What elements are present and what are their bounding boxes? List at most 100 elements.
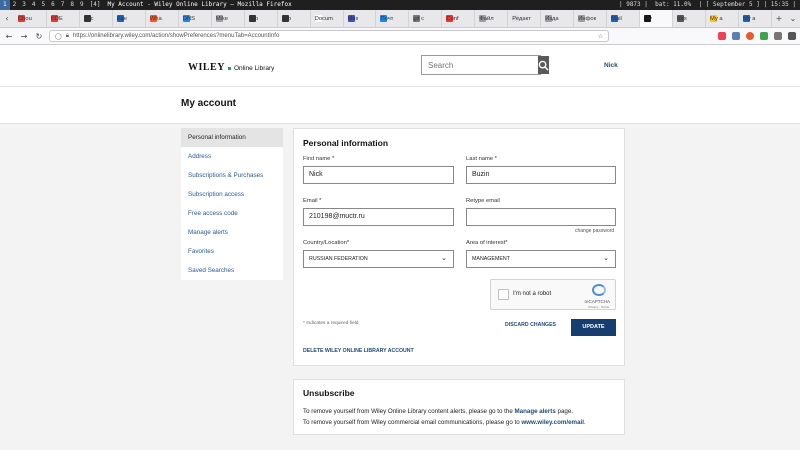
search-button[interactable] <box>538 56 549 74</box>
browser-tab[interactable]: cpp <box>245 10 278 27</box>
pocket-icon[interactable] <box>718 32 726 40</box>
workspace-item[interactable]: 5 <box>39 0 49 10</box>
unsub-line2-pre: To remove yourself from Wiley commercial… <box>303 419 522 426</box>
browser-tab[interactable]: Wha <box>146 10 179 27</box>
wiley-email-link[interactable]: www.wiley.com/email <box>521 419 584 426</box>
tab-label: Docum <box>314 15 333 22</box>
extension-green-icon[interactable] <box>760 32 768 40</box>
browser-tab[interactable]: My a <box>739 10 772 27</box>
url-bar[interactable]: ◯ 🔒︎ https://onlinelibrary.wiley.com/act… <box>49 30 609 42</box>
lock-icon[interactable]: 🔒︎ <box>66 33 69 40</box>
delete-account-link[interactable]: DELETE WILEY ONLINE LIBRARY ACCOUNT <box>303 348 414 354</box>
first-name-field[interactable]: Nick <box>303 166 454 184</box>
browser-tab[interactable]: Acc <box>80 10 113 27</box>
recaptcha-label: I'm not a robot <box>513 291 552 297</box>
sidebar-item[interactable]: Personal information <box>181 128 283 147</box>
browser-tab[interactable]: Mes <box>344 10 377 27</box>
browser-tab[interactable]: Mike <box>212 10 245 27</box>
browser-tab[interactable]: Кан <box>113 10 146 27</box>
workspace-item[interactable]: 8 <box>67 0 77 10</box>
personal-info-card: Personal information First name * Nick L… <box>293 128 625 366</box>
browser-tab[interactable]: Изда <box>541 10 575 27</box>
update-button[interactable]: UPDATE <box>571 319 616 336</box>
manage-alerts-link[interactable]: Manage alerts <box>515 408 556 415</box>
sidebar-item[interactable]: Subscriptions & Purchases <box>181 166 283 185</box>
change-password-link[interactable]: change password <box>575 228 614 234</box>
block-icon[interactable] <box>746 32 754 40</box>
country-select[interactable]: RUSSIAN FEDERATION ⌄ <box>303 250 454 268</box>
downloads-icon[interactable] <box>732 32 740 40</box>
sidebar-item[interactable]: Address <box>181 147 283 166</box>
browser-tab[interactable]: My <box>640 10 674 27</box>
back-icon[interactable]: ← <box>4 32 14 41</box>
menu-icon[interactable] <box>788 32 796 40</box>
sidebar-item[interactable]: Subscription access <box>181 185 283 204</box>
tab-label: DNS <box>182 15 196 22</box>
browser-tab[interactable]: Chou <box>14 10 47 27</box>
forward-icon[interactable]: → <box>19 32 29 41</box>
tab-list-icon[interactable]: ⌄ <box>786 10 800 27</box>
reload-icon[interactable]: ↻ <box>34 32 44 41</box>
browser-tab[interactable]: tors <box>673 10 707 27</box>
browser-tab[interactable]: Почт <box>376 10 410 27</box>
tab-label: Файл <box>479 15 494 22</box>
browser-tab[interactable]: Файл <box>475 10 509 27</box>
interest-select[interactable]: MANAGEMENT ⌄ <box>466 250 616 268</box>
browser-tab[interactable]: cpp <box>278 10 311 27</box>
last-name-field[interactable]: Buzin <box>466 166 616 184</box>
workspace-item[interactable]: 3 <box>19 0 29 10</box>
new-tab-icon[interactable]: + <box>772 10 786 27</box>
workspace-item[interactable]: 9 <box>77 0 87 10</box>
tab-scroll-left-icon[interactable]: ‹ <box>0 10 14 27</box>
page-title: My account <box>181 98 237 109</box>
site-header: WILEY Online Library Nick <box>0 45 800 87</box>
browser-tab[interactable]: Редакт <box>508 10 542 27</box>
country-value: RUSSIAN FEDERATION <box>309 256 368 262</box>
search-input[interactable] <box>422 56 538 74</box>
browser-tab[interactable]: My a <box>706 10 739 27</box>
tab-label: Wha <box>149 15 162 22</box>
shield-icon[interactable]: ◯ <box>55 33 62 40</box>
interest-label: Area of interest* <box>466 240 508 246</box>
tab-label: cpp <box>248 15 259 22</box>
discard-changes-button[interactable]: DISCARD CHANGES <box>505 322 556 328</box>
workspace-item[interactable]: 7 <box>58 0 68 10</box>
browser-tab[interactable]: Docum <box>311 10 344 27</box>
url-text: https://onlinelibrary.wiley.com/action/s… <box>72 33 280 39</box>
sidebar-item[interactable]: Manage alerts <box>181 223 283 242</box>
logo-subtitle: Online Library <box>233 65 275 72</box>
workspace-item[interactable]: [4] <box>87 0 104 10</box>
tab-label: My a <box>742 15 756 22</box>
workspace-item[interactable]: 2 <box>10 0 20 10</box>
personal-info-heading: Personal information <box>303 138 389 148</box>
workspace-item[interactable]: 6 <box>48 0 58 10</box>
workspace-item[interactable]: 1 <box>0 0 10 10</box>
bookmark-star-icon[interactable]: ☆ <box>598 33 603 40</box>
sidebar-item[interactable]: Free access code <box>181 204 283 223</box>
retype-email-field[interactable] <box>466 208 616 226</box>
sidebar-item[interactable]: Saved Searches <box>181 261 283 280</box>
account-sidebar: Personal information Address Subscriptions… <box>181 128 283 280</box>
browser-tab[interactable]: git c <box>409 10 443 27</box>
unsub-line2-post: . <box>583 419 586 426</box>
browser-tab[interactable]: Conf <box>442 10 476 27</box>
tab-label: Почт <box>380 15 394 22</box>
user-menu[interactable]: Nick <box>604 62 618 69</box>
navigation-bar: ← → ↻ ◯ 🔒︎ https://onlinelibrary.wiley.c… <box>0 28 800 45</box>
email-field[interactable]: 210198@muctr.ru <box>303 208 454 226</box>
recaptcha-checkbox[interactable] <box>498 289 509 300</box>
logo-dot-icon <box>227 67 231 70</box>
last-name-label: Last name * <box>466 156 497 162</box>
email-label: Email * <box>303 198 322 204</box>
workspace-list[interactable]: 1 2 3 4 5 6 7 8 9 [4] <box>0 0 103 10</box>
browser-tab[interactable]: Mail <box>607 10 641 27</box>
extension-grey-icon[interactable] <box>774 32 782 40</box>
browser-tab[interactable]: Инфок <box>574 10 608 27</box>
sidebar-item[interactable]: Favorites <box>181 242 283 261</box>
browser-tab[interactable]: KDE <box>47 10 80 27</box>
browser-tab[interactable]: DNS <box>179 10 212 27</box>
tab-label: Кан <box>116 15 127 22</box>
recaptcha-links[interactable]: Privacy - Terms <box>588 305 609 309</box>
wiley-logo[interactable]: WILEY Online Library <box>188 62 274 73</box>
workspace-item[interactable]: 4 <box>29 0 39 10</box>
